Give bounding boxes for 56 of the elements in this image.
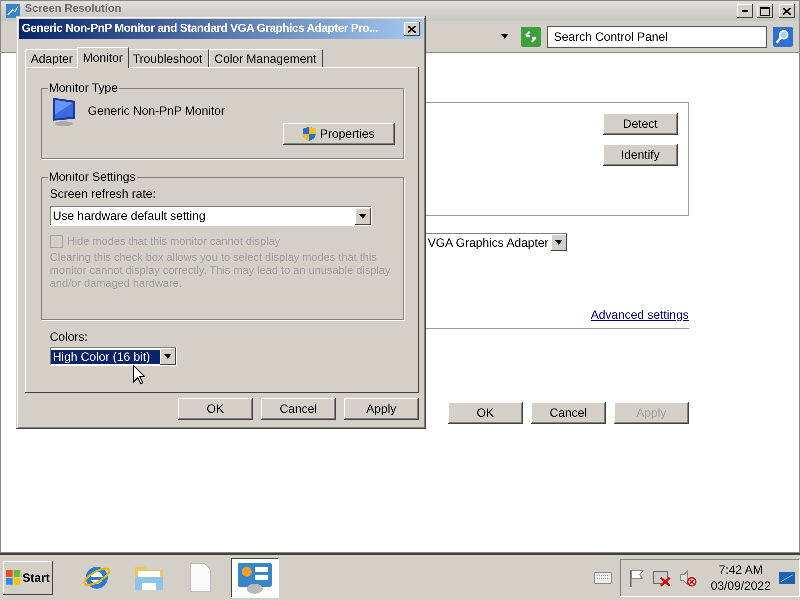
- maximize-icon: [760, 6, 770, 16]
- refresh-rate-dropdown[interactable]: Use hardware default setting: [50, 206, 372, 226]
- close-icon: [783, 8, 791, 14]
- display-button[interactable]: Identify: [603, 144, 678, 166]
- window-icon: [5, 3, 21, 19]
- taskbar-app[interactable]: [231, 558, 279, 598]
- group-heading: Monitor Type: [48, 81, 120, 95]
- advanced-settings-link[interactable]: Advanced settings: [590, 308, 689, 322]
- maximize-button[interactable]: [757, 4, 773, 18]
- search-button[interactable]: [773, 26, 793, 46]
- minimize-button[interactable]: [737, 4, 753, 18]
- close-button[interactable]: [779, 4, 795, 18]
- dialog-button[interactable]: OK: [448, 402, 523, 424]
- tab[interactable]: Color Management: [208, 49, 323, 67]
- close-button[interactable]: [404, 22, 420, 36]
- field-label: Colors:: [50, 330, 90, 344]
- refresh-button[interactable]: [521, 26, 541, 46]
- close-icon: [408, 26, 416, 32]
- clock-date: 03/09/2022: [710, 578, 771, 594]
- dialog-button[interactable]: Cancel: [531, 402, 606, 424]
- tab[interactable]: Adapter: [25, 49, 80, 67]
- display-dropdown[interactable]: VGA Graphics Adapter: [425, 233, 568, 252]
- caret-icon: [554, 240, 563, 245]
- field-label: Screen refresh rate:: [50, 187, 158, 201]
- dropdown-button[interactable]: [501, 34, 509, 39]
- control-panel-icon: [236, 560, 274, 594]
- group-heading: Monitor Settings: [48, 170, 137, 184]
- minimize-icon: [742, 10, 748, 12]
- display-button[interactable]: Detect: [603, 113, 678, 135]
- mouse-cursor-icon: [133, 365, 146, 385]
- document-icon: [188, 562, 214, 592]
- clock-time: 7:42 AM: [718, 562, 763, 578]
- dialog-button[interactable]: Apply: [344, 398, 419, 420]
- tab[interactable]: Monitor: [77, 47, 130, 68]
- caret-icon: [501, 34, 509, 39]
- caret-icon: [164, 354, 172, 359]
- dialog-title: Generic Non-PnP Monitor and Standard VGA Graphics Adapter Pro...: [22, 23, 380, 35]
- show-desktop-icon: [779, 570, 795, 586]
- start-button[interactable]: Start: [3, 560, 53, 594]
- caret-icon: [359, 214, 367, 218]
- speaker-muted-icon: [678, 568, 697, 586]
- dialog-button[interactable]: Cancel: [261, 398, 336, 420]
- dialog-button[interactable]: OK: [178, 398, 253, 420]
- refresh-icon: [521, 26, 541, 46]
- windows-logo-icon: [6, 570, 22, 586]
- colors-dropdown[interactable]: High Color (16 bit): [50, 347, 177, 366]
- network-error-icon: [652, 568, 671, 586]
- window-title: Screen Resolution: [25, 3, 122, 16]
- search-field[interactable]: Search Control Panel: [547, 26, 767, 48]
- tab[interactable]: Troubleshoot: [127, 49, 209, 67]
- flag-icon: [628, 568, 645, 586]
- monitor-name: Generic Non-PnP Monitor: [88, 104, 226, 118]
- properties-button[interactable]: Properties: [283, 123, 395, 145]
- search-icon: [773, 26, 793, 46]
- shield-icon: [303, 127, 316, 141]
- keyboard-icon: [594, 572, 612, 584]
